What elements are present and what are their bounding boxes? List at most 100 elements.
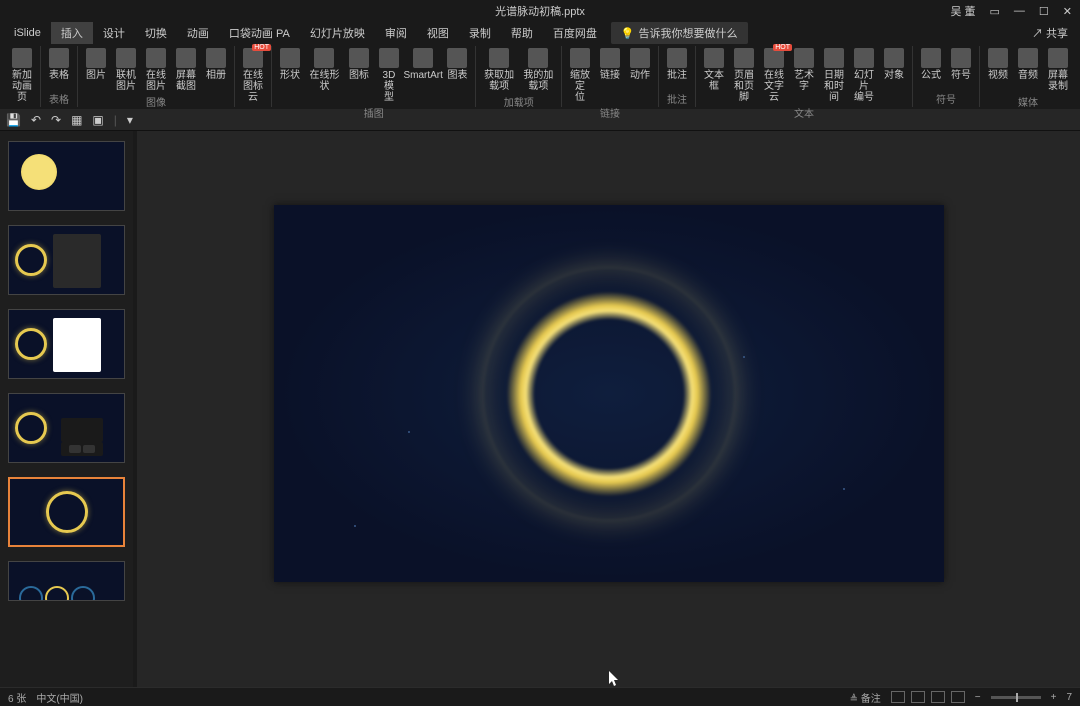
share-button[interactable]: ↗ 共享 [1032, 25, 1076, 41]
ribbon-btn-9-1[interactable]: 符号 [947, 46, 975, 83]
slide-count[interactable]: 6 张 [8, 690, 26, 705]
ribbon-label: SmartArt [403, 70, 442, 81]
ribbon-btn-10-1[interactable]: 音频 [1014, 46, 1042, 83]
ribbon-btn-6-0[interactable]: 缩放定 位 [566, 46, 594, 105]
menu-insert[interactable]: 插入 [51, 22, 93, 44]
ribbon-group-label: 链接 [600, 105, 620, 121]
ribbon-icon [988, 48, 1008, 68]
ribbon-btn-3-0[interactable]: 在线 图标云 [239, 46, 267, 105]
ribbon-btn-6-1[interactable]: 链接 [596, 46, 624, 83]
ribbon-label: 公式 [921, 70, 941, 81]
sorter-view-icon[interactable] [911, 691, 925, 703]
ribbon-btn-8-0[interactable]: 文本框 [700, 46, 728, 94]
ribbon-btn-2-1[interactable]: 联机图片 [112, 46, 140, 94]
ribbon-btn-4-2[interactable]: 图标 [345, 46, 373, 83]
slide-canvas[interactable] [274, 205, 944, 582]
ribbon-btn-5-0[interactable]: 获取加载项 [480, 46, 517, 94]
slide-thumb-6[interactable] [8, 561, 125, 601]
ribbon: 新加 动画页表格表格图片联机图片在线图片屏幕截图相册图像在线 图标云形状在线形状… [0, 44, 1080, 109]
close-icon[interactable]: ✕ [1063, 5, 1072, 18]
ribbon-btn-0-0[interactable]: 新加 动画页 [8, 46, 36, 105]
normal-view-icon[interactable] [891, 691, 905, 703]
menu-record[interactable]: 录制 [459, 22, 501, 44]
slide-thumb-5[interactable] [8, 477, 125, 547]
start-from-beginning-icon[interactable]: ▣ [92, 113, 103, 127]
ribbon-btn-6-2[interactable]: 动作 [626, 46, 654, 83]
notes-button[interactable]: ≜ 备注 [850, 690, 881, 705]
ribbon-icon [176, 48, 196, 68]
slide-thumb-3[interactable] [8, 309, 125, 379]
ribbon-btn-4-5[interactable]: 图表 [443, 46, 471, 83]
ribbon-btn-8-4[interactable]: 日期和时间 [820, 46, 848, 105]
ribbon-icon [667, 48, 687, 68]
ribbon-icon [854, 48, 874, 68]
menu-baidu[interactable]: 百度网盘 [543, 22, 607, 44]
zoom-slider[interactable] [991, 696, 1041, 699]
ribbon-btn-8-2[interactable]: 在线 文字云 [760, 46, 788, 105]
menu-bar: iSlide 插入 设计 切换 动画 口袋动画 PA 幻灯片放映 审阅 视图 录… [0, 22, 1080, 44]
ribbon-btn-4-1[interactable]: 在线形状 [306, 46, 343, 94]
menu-transitions[interactable]: 切换 [135, 22, 177, 44]
zoom-value[interactable]: 7 [1066, 692, 1072, 703]
slide-thumb-2[interactable] [8, 225, 125, 295]
zoom-out-icon[interactable]: − [975, 692, 981, 703]
slide-canvas-area [137, 131, 1080, 687]
ribbon-btn-1-0[interactable]: 表格 [45, 46, 73, 83]
undo-icon[interactable]: ↶ [31, 113, 41, 127]
ribbon-options-icon[interactable]: ▭ [990, 5, 1000, 18]
ribbon-btn-2-3[interactable]: 屏幕截图 [172, 46, 200, 94]
menu-slideshow[interactable]: 幻灯片放映 [300, 22, 375, 44]
zoom-in-icon[interactable]: + [1051, 692, 1057, 703]
ribbon-btn-10-2[interactable]: 屏幕 录制 [1044, 46, 1072, 94]
language-status[interactable]: 中文(中国) [36, 690, 83, 705]
ribbon-icon [314, 48, 334, 68]
maximize-icon[interactable]: ☐ [1039, 5, 1049, 18]
ribbon-btn-8-5[interactable]: 幻灯片 编号 [850, 46, 878, 105]
ribbon-btn-4-0[interactable]: 形状 [276, 46, 304, 83]
ribbon-btn-5-1[interactable]: 我的加载项 [520, 46, 557, 94]
ribbon-btn-8-3[interactable]: 艺术字 [790, 46, 818, 94]
ribbon-icon [116, 48, 136, 68]
ribbon-btn-9-0[interactable]: 公式 [917, 46, 945, 83]
reading-view-icon[interactable] [931, 691, 945, 703]
ribbon-icon [86, 48, 106, 68]
ribbon-btn-8-1[interactable]: 页眉和页脚 [730, 46, 758, 105]
ribbon-btn-4-3[interactable]: 3D 模 型 [375, 46, 403, 105]
slideshow-view-icon[interactable] [951, 691, 965, 703]
minimize-icon[interactable]: — [1014, 5, 1025, 17]
ribbon-btn-7-0[interactable]: 批注 [663, 46, 691, 83]
qat-more-icon[interactable]: ▾ [127, 113, 133, 127]
user-name[interactable]: 吴 董 [950, 3, 975, 19]
ribbon-icon [349, 48, 369, 68]
menu-design[interactable]: 设计 [93, 22, 135, 44]
status-bar: 6 张 中文(中国) ≜ 备注 − + 7 [0, 688, 1080, 706]
ribbon-btn-2-2[interactable]: 在线图片 [142, 46, 170, 94]
ribbon-label: 对象 [884, 70, 904, 81]
ribbon-group-label: 符号 [936, 91, 956, 107]
ribbon-btn-4-4[interactable]: SmartArt [405, 46, 442, 83]
ribbon-label: 图标 [349, 70, 369, 81]
ribbon-btn-10-0[interactable]: 视频 [984, 46, 1012, 83]
glowing-ring-shape[interactable] [484, 269, 734, 519]
menu-animations[interactable]: 动画 [177, 22, 219, 44]
menu-islide[interactable]: iSlide [4, 24, 51, 42]
ribbon-btn-8-6[interactable]: 对象 [880, 46, 908, 83]
ribbon-icon [921, 48, 941, 68]
menu-review[interactable]: 审阅 [375, 22, 417, 44]
qat-icon-1[interactable]: ▦ [71, 113, 82, 127]
ribbon-icon [243, 48, 263, 68]
menu-pocketanim[interactable]: 口袋动画 PA [219, 22, 300, 44]
ribbon-btn-2-4[interactable]: 相册 [202, 46, 230, 83]
menu-help[interactable]: 帮助 [501, 22, 543, 44]
ribbon-icon [630, 48, 650, 68]
ribbon-label: 屏幕截图 [175, 70, 197, 92]
save-icon[interactable]: 💾 [6, 113, 21, 127]
ribbon-label: 艺术字 [793, 70, 815, 92]
slide-thumb-4[interactable] [8, 393, 125, 463]
tell-me-search[interactable]: 💡 告诉我你想要做什么 [611, 22, 748, 44]
menu-view[interactable]: 视图 [417, 22, 459, 44]
ribbon-label: 动作 [630, 70, 650, 81]
slide-thumb-1[interactable] [8, 141, 125, 211]
ribbon-btn-2-0[interactable]: 图片 [82, 46, 110, 83]
redo-icon[interactable]: ↷ [51, 113, 61, 127]
